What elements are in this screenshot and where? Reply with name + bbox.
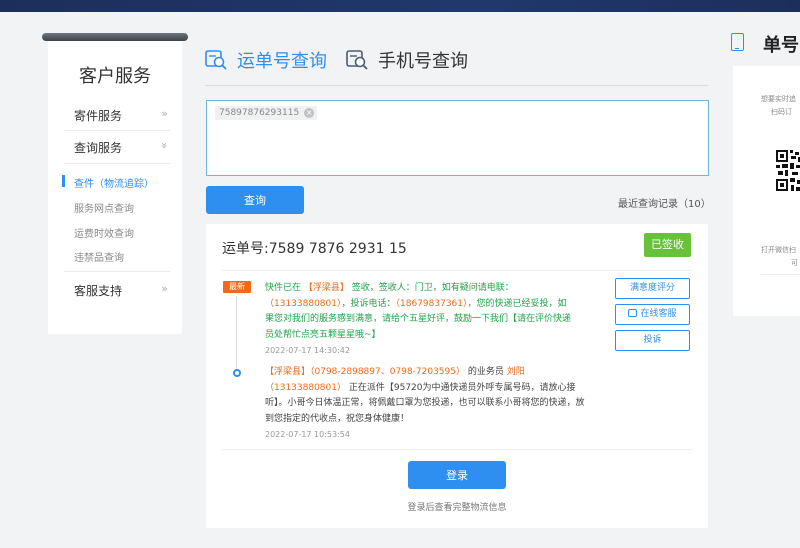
complain-button[interactable]: 投诉 [615,330,690,351]
chat-icon [628,309,638,317]
sidebar-item-query[interactable]: 查询服务 » [74,139,172,156]
active-indicator [62,175,65,187]
event-text: 的业务员 [464,367,507,377]
event-phone: （13133880801） [265,298,342,309]
event-highlight: 【浮梁县】（0798-2898897、0798-7203595） [265,367,465,377]
tab-phone-query[interactable]: 手机号查询 [346,48,468,72]
divider [222,449,692,450]
event-highlight: 【浮梁县】 [303,283,349,293]
event-text: 快件已在 [265,283,304,293]
tab-label: 运单号查询 [237,51,327,72]
courier-name: 刘阳 [506,367,525,377]
event-text: 签收，签收人：门卫，如有疑问请电联： [348,283,514,293]
sidebar-subitem-track[interactable]: 查件（物流追踪） [74,175,154,190]
timeline-line [236,296,237,372]
event-phone: （13133880801） [265,382,346,393]
result-card: 运单号:7589 7876 2931 15 已签收 最新 快件已在 【浮梁县】 … [206,224,708,528]
status-badge: 已签收 [644,233,691,257]
sidebar-subitem-prohibited[interactable]: 违禁品查询 [74,249,124,264]
chevron-right-icon: » [161,107,168,120]
sidebar-item-send[interactable]: 寄件服务 » [74,107,170,124]
phone-icon [731,33,744,51]
divider [761,274,800,275]
login-tip: 登录后查看完整物流信息 [407,503,507,513]
text-line: 打开微信扫 [761,246,796,254]
sidebar-title: 客户服务 [79,66,151,87]
chevron-down-icon: » [158,142,172,149]
right-panel-title: 单号 [763,35,799,56]
waybill-chip-value: 75897876293115 [219,108,300,118]
search-doc-icon [346,50,368,70]
rate-button[interactable]: 满意度评分 [615,278,690,299]
chevron-right-icon: » [161,282,168,295]
right-panel-text: 打开微信扫 可 [761,244,798,270]
waybill-number: 运单号:7589 7876 2931 15 [222,241,407,257]
tab-waybill-query[interactable]: 运单号查询 [205,48,327,72]
sidebar-top-rail [42,33,188,41]
waybill-input[interactable]: 75897876293115 × [206,100,709,176]
search-doc-icon [205,50,227,70]
tracking-event-latest: 快件已在 【浮梁县】 签收，签收人：门卫，如有疑问请电联： （1313388080… [265,281,571,343]
sidebar-subitem-fees[interactable]: 运费时效查询 [74,225,134,240]
right-panel-text: 想要实时追 扫码订 [761,93,796,119]
event-text: ，投诉电话： [341,298,396,309]
online-service-button[interactable]: 在线客服 [615,304,690,325]
login-button[interactable]: 登录 [408,461,506,489]
text-line: 想要实时追 [761,95,796,103]
sidebar-item-label: 寄件服务 [74,109,123,123]
event-time: 2022-07-17 14:30:42 [265,346,350,355]
qr-code [776,150,800,191]
customer-service-sidebar: 客户服务 寄件服务 » 查询服务 » 查件（物流追踪） 服务网点查询 运费时效查… [48,36,182,334]
top-header-bar [0,0,800,12]
sidebar-subitem-outlets[interactable]: 服务网点查询 [74,200,134,215]
event-phone: （18679837361） [395,298,468,309]
sidebar-item-label: 查询服务 [74,141,123,155]
divider [64,163,170,164]
tab-label: 手机号查询 [378,51,468,72]
event-time: 2022-07-17 10:53:54 [265,430,350,439]
button-label: 在线客服 [640,309,677,319]
remove-chip-icon[interactable]: × [304,108,315,118]
divider [222,270,692,271]
right-panel-card: 想要实时追 扫码订 打开微信扫 可 [733,66,800,316]
divider [64,130,170,131]
latest-badge: 最新 [223,281,251,293]
tracking-event: 【浮梁县】（0798-2898897、0798-7203595） 的业务员 刘阳… [265,365,585,427]
divider [64,271,170,272]
query-button[interactable]: 查询 [206,186,304,214]
sidebar-item-support[interactable]: 客服支持 » [74,282,170,299]
recent-records-link[interactable]: 最近查询记录（10） [618,195,711,210]
waybill-chip: 75897876293115 × [215,106,318,120]
tab-divider [205,85,708,86]
timeline-dot [233,369,241,377]
sidebar-item-label: 客服支持 [74,284,123,298]
text-line: 扫码订 [771,108,792,116]
text-line: 可 [791,259,798,267]
